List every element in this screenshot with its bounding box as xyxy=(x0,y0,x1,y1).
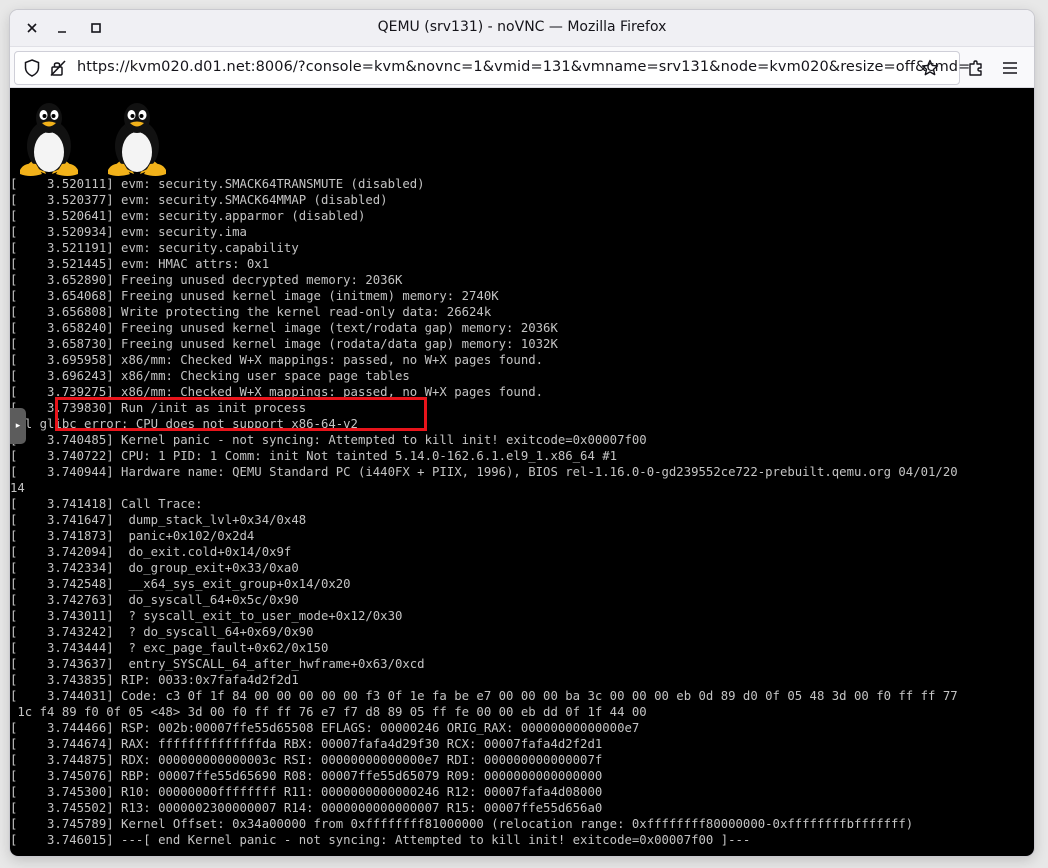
console-line: [ 3.745789] Kernel Offset: 0x34a00000 fr… xyxy=(10,817,914,831)
console-line: [ 3.521445] evm: HMAC attrs: 0x1 xyxy=(10,257,270,271)
console-line: [ 3.658240] Freeing unused kernel image … xyxy=(10,321,558,335)
novnc-control-bar-handle[interactable]: ▸ xyxy=(10,408,26,444)
console-line: [ 3.743637] entry_SYSCALL_64_after_hwfra… xyxy=(10,657,425,671)
bookmark-star-icon[interactable] xyxy=(921,59,939,77)
browser-window: QEMU (srv131) - noVNC — Mozilla Firefox … xyxy=(10,10,1034,856)
title-bar[interactable]: QEMU (srv131) - noVNC — Mozilla Firefox xyxy=(10,10,1034,47)
console-line: [ 3.742548] __x64_sys_exit_group+0x14/0x… xyxy=(10,577,351,591)
console-line: [ 3.743242] ? do_syscall_64+0x69/0x90 xyxy=(10,625,314,639)
console-line: [ 3.743011] ? syscall_exit_to_user_mode+… xyxy=(10,609,403,623)
console-line: [ 3.740944] Hardware name: QEMU Standard… xyxy=(10,465,958,479)
console-line: [ 3.744031] Code: c3 0f 1f 84 00 00 00 0… xyxy=(10,689,958,703)
console-line: [ 3.740485] Kernel panic - not syncing: … xyxy=(10,433,647,447)
navigation-bar: https://kvm020.d01.net:8006/?console=kvm… xyxy=(10,47,1034,88)
console-line: [ 3.741418] Call Trace: xyxy=(10,497,203,511)
console-line: [ 3.743835] RIP: 0033:0x7fafa4d2f2d1 xyxy=(10,673,299,687)
console-line: [ 3.520934] evm: security.ima xyxy=(10,225,247,239)
console-line: [ 3.745300] R10: 00000000ffffffff R11: 0… xyxy=(10,785,603,799)
console-line: 14 xyxy=(10,481,25,495)
console-line: [ 3.658730] Freeing unused kernel image … xyxy=(10,337,558,351)
console-line: [ 3.745076] RBP: 00007ffe55d65690 R08: 0… xyxy=(10,769,603,783)
console-line: [ 3.656808] Write protecting the kernel … xyxy=(10,305,492,319)
console-line: [ 3.744875] RDX: 000000000000003c RSI: 0… xyxy=(10,753,603,767)
console-line: 1c f4 89 f0 0f 05 <48> 3d 00 f0 ff ff 76… xyxy=(10,705,647,719)
console-line: [ 3.695958] x86/mm: Checked W+X mappings… xyxy=(10,353,544,367)
console-line: [ 3.520111] evm: security.SMACK64TRANSMU… xyxy=(10,177,425,191)
console-line: [ 3.745502] R13: 0000002300000007 R14: 0… xyxy=(10,801,603,815)
console-line: [ 3.520641] evm: security.apparmor (disa… xyxy=(10,209,366,223)
console-line: [ 3.654068] Freeing unused kernel image … xyxy=(10,289,499,303)
console-line: [ 3.521191] evm: security.capability xyxy=(10,241,299,255)
console-line: [ 3.741873] panic+0x102/0x2d4 xyxy=(10,529,255,543)
console-line: [ 3.741647] dump_stack_lvl+0x34/0x48 xyxy=(10,513,307,527)
console-line: [ 3.742094] do_exit.cold+0x14/0x9f xyxy=(10,545,292,559)
console-line: [ 3.520377] evm: security.SMACK64MMAP (d… xyxy=(10,193,388,207)
hamburger-menu-icon[interactable] xyxy=(1000,58,1020,78)
window-title: QEMU (srv131) - noVNC — Mozilla Firefox xyxy=(377,19,667,35)
url-text[interactable]: https://kvm020.d01.net:8006/?console=kvm… xyxy=(77,59,970,75)
insecure-lock-icon[interactable] xyxy=(49,59,67,77)
console-line: [ 3.742334] do_group_exit+0x33/0xa0 xyxy=(10,561,299,575)
tux-penguin-logo xyxy=(20,103,78,176)
console-line: [ 3.696243] x86/mm: Checking user space … xyxy=(10,369,410,383)
console-line: [ 3.746015] ---[ end Kernel panic - not … xyxy=(10,833,751,847)
console-line: [ 3.740722] CPU: 1 PID: 1 Comm: init Not… xyxy=(10,449,618,463)
kernel-log-output: [ 3.520111] evm: security.SMACK64TRANSMU… xyxy=(10,176,1034,848)
tracking-protection-shield-icon[interactable] xyxy=(23,59,41,77)
extensions-puzzle-icon[interactable] xyxy=(966,58,986,78)
console-line: [ 3.744674] RAX: ffffffffffffffda RBX: 0… xyxy=(10,737,603,751)
tux-penguin-logo xyxy=(108,103,166,176)
console-line: [ 3.744466] RSP: 002b:00007ffe55d65508 E… xyxy=(10,721,640,735)
console-line: [ 3.743444] ? exc_page_fault+0x62/0x150 xyxy=(10,641,329,655)
url-bar[interactable]: https://kvm020.d01.net:8006/?console=kvm… xyxy=(14,51,970,85)
console-line: [ 3.742763] do_syscall_64+0x5c/0x90 xyxy=(10,593,299,607)
console-line: [ 3.652890] Freeing unused decrypted mem… xyxy=(10,273,403,287)
chevron-right-icon: ▸ xyxy=(15,421,21,431)
vnc-console-screen[interactable]: [ 3.520111] evm: security.SMACK64TRANSMU… xyxy=(10,88,1034,856)
error-highlight-box xyxy=(55,397,427,431)
